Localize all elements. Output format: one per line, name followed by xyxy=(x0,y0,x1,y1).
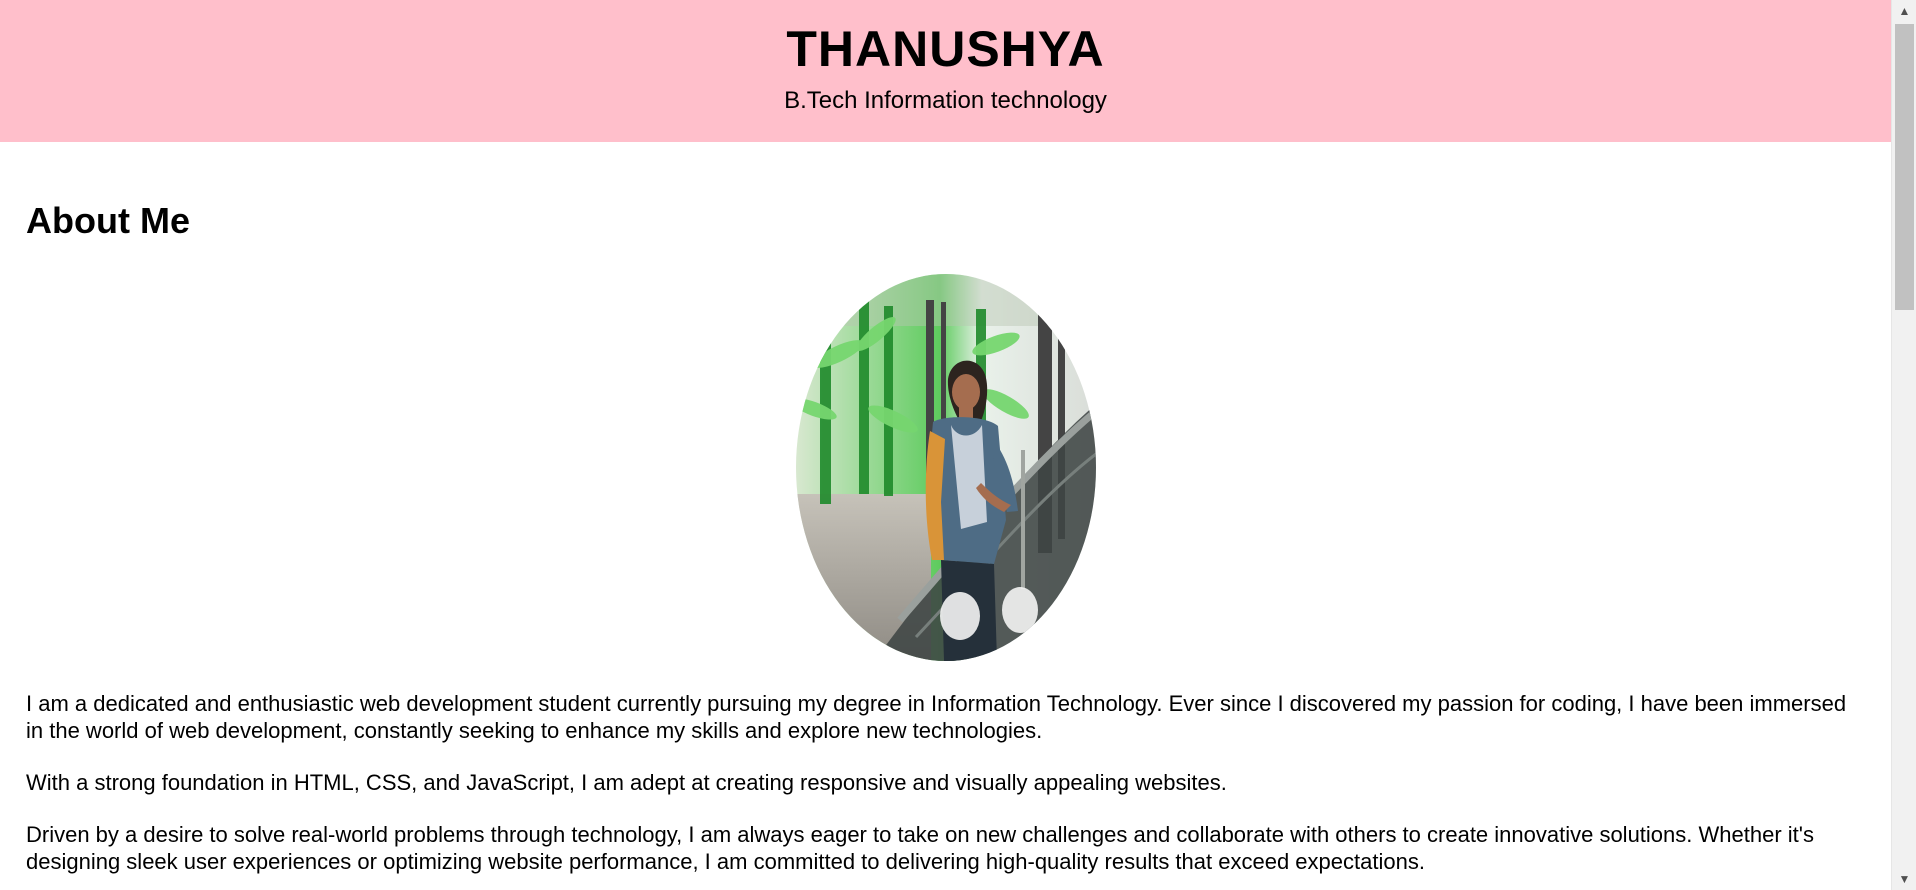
about-paragraph-3: Driven by a desire to solve real-world p… xyxy=(26,822,1814,874)
triangle-up-icon[interactable]: ▲ xyxy=(1892,0,1916,22)
about-section: About Me I am a dedicated and enthusiast… xyxy=(0,142,1891,875)
profile-subtitle: B.Tech Information technology xyxy=(784,87,1107,114)
about-title: About Me xyxy=(26,200,190,241)
profile-photo xyxy=(795,274,1096,661)
about-description: I am a dedicated and enthusiastic web de… xyxy=(26,690,1865,875)
vertical-scrollbar[interactable]: ▲ ▼ xyxy=(1891,0,1916,890)
profile-name: THANUSHYA xyxy=(786,21,1105,77)
browser-viewport: THANUSHYA B.Tech Information technology … xyxy=(0,0,1916,890)
about-paragraph-2: With a strong foundation in HTML, CSS, a… xyxy=(26,770,1227,795)
scrollbar-thumb[interactable] xyxy=(1895,24,1914,310)
about-paragraph-1: I am a dedicated and enthusiastic web de… xyxy=(26,691,1847,743)
page-header: THANUSHYA B.Tech Information technology xyxy=(0,0,1891,142)
triangle-down-icon[interactable]: ▼ xyxy=(1892,868,1916,890)
page-content: THANUSHYA B.Tech Information technology … xyxy=(0,0,1891,890)
